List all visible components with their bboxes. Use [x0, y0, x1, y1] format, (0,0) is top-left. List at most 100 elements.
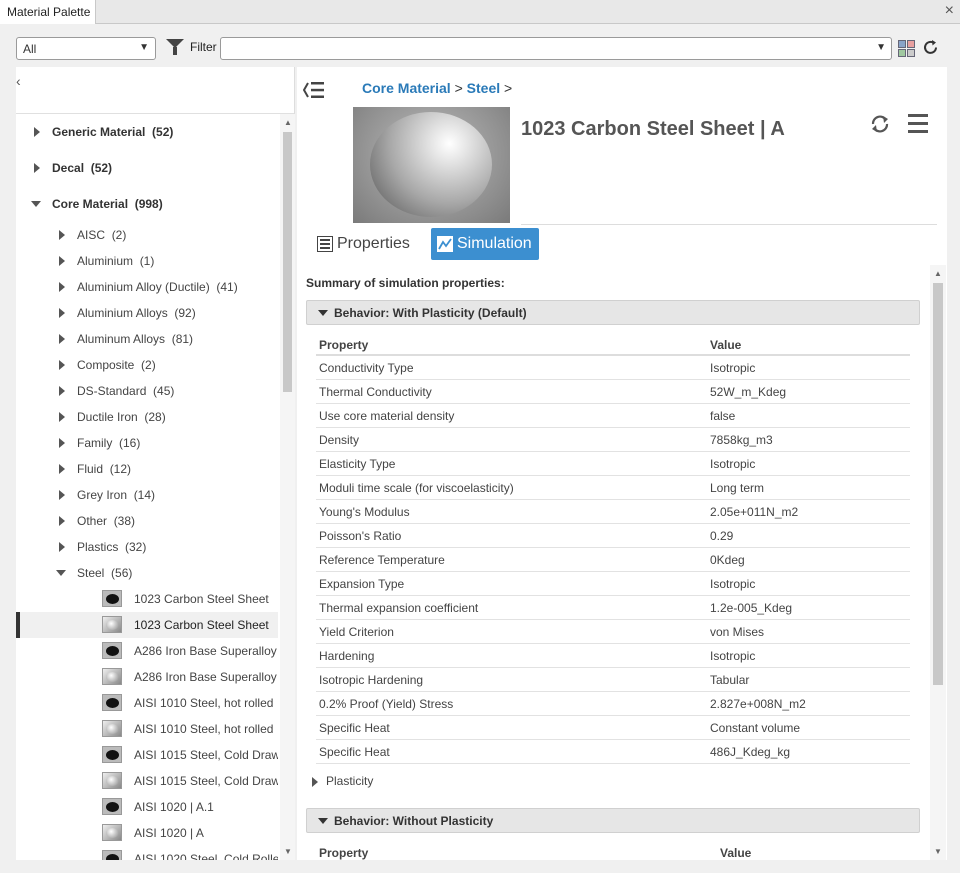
expand-icon[interactable] — [312, 777, 318, 787]
table-row: Isotropic Hardening Tabular — [316, 668, 910, 692]
collapse-left-icon[interactable]: ‹ — [16, 73, 21, 89]
expand-icon[interactable] — [59, 360, 65, 370]
simulation-content: Summary of simulation properties: Behavi… — [304, 265, 930, 860]
tree-item-count: (28) — [144, 410, 166, 424]
expand-icon[interactable] — [59, 438, 65, 448]
tab-properties[interactable]: Properties — [311, 228, 421, 260]
tree-item-count: (998) — [134, 197, 163, 211]
tree-item-fluid[interactable]: Fluid (12) — [16, 456, 278, 482]
material-item[interactable]: AISI 1020 Steel, Cold Rolled — [16, 846, 278, 860]
hamburger-menu-icon[interactable] — [908, 114, 928, 134]
tree-item-family[interactable]: Family (16) — [16, 430, 278, 456]
tree-item-steel[interactable]: Steel (56) — [16, 560, 278, 586]
expand-icon[interactable] — [34, 163, 40, 173]
tab-simulation-label: Simulation — [457, 235, 532, 252]
collapse-icon[interactable] — [56, 570, 66, 576]
expand-icon[interactable] — [59, 386, 65, 396]
column-header-value: Value — [720, 846, 752, 860]
tree-item-aluminum-alloys[interactable]: Aluminum Alloys (81) — [16, 326, 278, 352]
material-item[interactable]: AISI 1020 | A.1 — [16, 794, 278, 820]
material-item[interactable]: AISI 1015 Steel, Cold Drawn — [16, 742, 278, 768]
scope-select[interactable]: All ▼ — [16, 37, 156, 60]
tree-item-aluminium-alloys[interactable]: Aluminium Alloys (92) — [16, 300, 278, 326]
expand-icon[interactable] — [59, 334, 65, 344]
filter-label: Filter — [190, 40, 217, 54]
chevron-down-icon[interactable]: ▼ — [876, 42, 886, 53]
material-item[interactable]: AISI 1020 | A — [16, 820, 278, 846]
material-item[interactable]: AISI 1010 Steel, hot rolled — [16, 716, 278, 742]
palette-tab-label: Material Palette — [7, 5, 91, 19]
tree-item-ductile-iron[interactable]: Ductile Iron (28) — [16, 404, 278, 430]
material-item-selected[interactable]: 1023 Carbon Steel Sheet — [16, 612, 278, 638]
breadcrumb-core-material[interactable]: Core Material — [362, 80, 451, 96]
tree-item-aluminium[interactable]: Aluminium (1) — [16, 248, 278, 274]
tree-item-aluminium-alloy-ductile[interactable]: Aluminium Alloy (Ductile) (41) — [16, 274, 278, 300]
table-row: Elasticity Type Isotropic — [316, 452, 910, 476]
collapse-icon[interactable] — [318, 818, 328, 824]
property-name: Yield Criterion — [319, 625, 394, 639]
property-value: Isotropic — [710, 649, 756, 663]
tree-item-generic-material[interactable]: Generic Material (52) — [16, 119, 278, 145]
expand-icon[interactable] — [59, 490, 65, 500]
scroll-thumb[interactable] — [933, 283, 943, 685]
tree-item-decal[interactable]: Decal (52) — [16, 155, 278, 181]
tree-item-label: Steel — [77, 566, 105, 580]
property-value: 486J_Kdeg_kg — [710, 745, 791, 759]
plasticity-toggle[interactable]: Plasticity — [312, 774, 373, 788]
palette-tab[interactable]: Material Palette — [0, 0, 96, 24]
close-icon[interactable]: × — [945, 2, 954, 20]
scroll-down-icon[interactable]: ▼ — [934, 847, 942, 856]
filter-input[interactable]: ▼ — [220, 37, 892, 60]
selection-indicator — [16, 612, 20, 638]
scroll-thumb[interactable] — [283, 132, 292, 392]
collapse-icon[interactable] — [31, 201, 41, 207]
material-item[interactable]: A286 Iron Base Superalloy — [16, 638, 278, 664]
view-mode-icon[interactable] — [898, 40, 915, 57]
tab-properties-label: Properties — [337, 235, 410, 252]
material-item[interactable]: 1023 Carbon Steel Sheet — [16, 586, 278, 612]
material-thumbnail — [102, 850, 122, 860]
expand-icon[interactable] — [59, 516, 65, 526]
scroll-up-icon[interactable]: ▲ — [934, 269, 942, 278]
expand-icon[interactable] — [59, 542, 65, 552]
tree-item-composite[interactable]: Composite (2) — [16, 352, 278, 378]
expand-icon[interactable] — [59, 256, 65, 266]
material-thumbnail — [102, 616, 122, 633]
tree-item-plastics[interactable]: Plastics (32) — [16, 534, 278, 560]
scroll-up-icon[interactable]: ▲ — [284, 118, 292, 127]
material-item-label: AISI 1020 Steel, Cold Rolled — [134, 852, 278, 860]
chevron-down-icon: ▼ — [139, 42, 149, 53]
tree-item-label: Aluminium Alloy (Ductile) — [77, 280, 210, 294]
section-with-plasticity[interactable]: Behavior: With Plasticity (Default) — [306, 300, 920, 325]
collapse-panel-icon[interactable] — [303, 81, 325, 99]
expand-icon[interactable] — [59, 412, 65, 422]
tree-item-other[interactable]: Other (38) — [16, 508, 278, 534]
collapse-icon[interactable] — [318, 310, 328, 316]
tree-scrollbar[interactable]: ▲ ▼ — [280, 114, 295, 860]
material-item[interactable]: AISI 1015 Steel, Cold Drawn — [16, 768, 278, 794]
tree-item-grey-iron[interactable]: Grey Iron (14) — [16, 482, 278, 508]
expand-icon[interactable] — [34, 127, 40, 137]
tree-header: ‹ — [16, 67, 294, 114]
tree-item-core-material[interactable]: Core Material (998) — [16, 191, 278, 217]
tree-item-ds-standard[interactable]: DS-Standard (45) — [16, 378, 278, 404]
property-value: false — [710, 409, 736, 423]
expand-icon[interactable] — [59, 230, 65, 240]
table-row: Reference Temperature 0Kdeg — [316, 548, 910, 572]
section-title: Behavior: Without Plasticity — [334, 814, 494, 828]
section-without-plasticity[interactable]: Behavior: Without Plasticity — [306, 808, 920, 833]
property-value: Isotropic — [710, 577, 756, 591]
property-name: Hardening — [319, 649, 375, 663]
refresh-icon[interactable] — [922, 39, 939, 56]
expand-icon[interactable] — [59, 308, 65, 318]
scroll-down-icon[interactable]: ▼ — [284, 847, 292, 856]
material-item[interactable]: A286 Iron Base Superalloy — [16, 664, 278, 690]
tree-item-aisc[interactable]: AISC (2) — [16, 222, 278, 248]
material-item[interactable]: AISI 1010 Steel, hot rolled — [16, 690, 278, 716]
refresh-icon[interactable] — [869, 113, 891, 135]
breadcrumb-steel[interactable]: Steel — [467, 80, 500, 96]
tab-simulation[interactable]: Simulation — [431, 228, 539, 260]
expand-icon[interactable] — [59, 464, 65, 474]
expand-icon[interactable] — [59, 282, 65, 292]
content-scrollbar[interactable]: ▲ ▼ — [930, 265, 946, 860]
